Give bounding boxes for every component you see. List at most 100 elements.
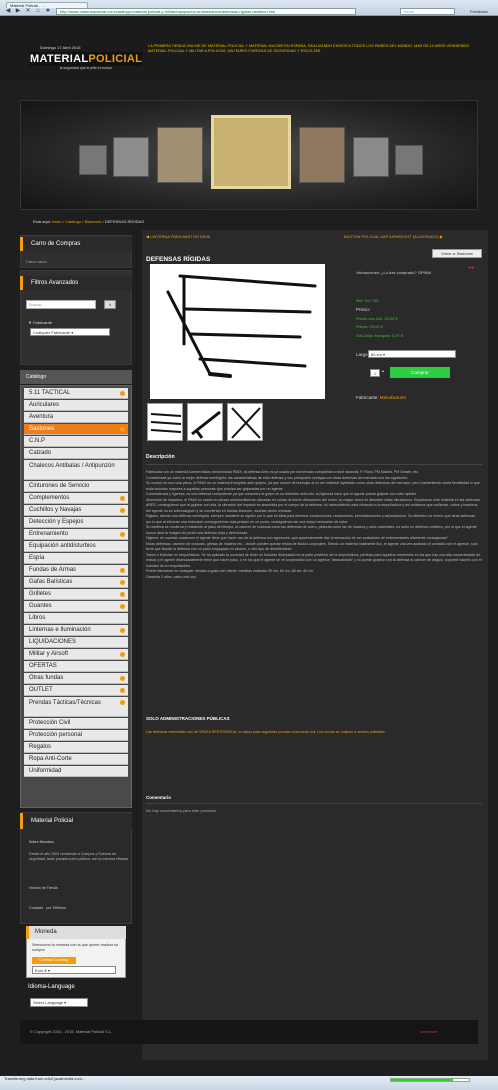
browser-search[interactable]: Yahoo: [400, 8, 455, 15]
quantity-stepper[interactable]: ▴: [382, 368, 384, 373]
site-logo[interactable]: MATERIALPOLICIAL: [30, 52, 142, 66]
catalog-item[interactable]: Libros: [24, 613, 128, 624]
catalog-item[interactable]: Calzado: [24, 448, 128, 459]
expand-icon[interactable]: [120, 676, 125, 681]
catalog-item[interactable]: Detección y Espejos: [24, 517, 128, 528]
product-ref: Ref: 3/4-T33: [356, 298, 379, 303]
description-paragraph: Su estética es moderna y resistente al p…: [146, 525, 477, 535]
contact-link[interactable]: Contacte por Teléfono: [29, 906, 66, 910]
rating-text[interactable]: Valoraciones: ¿Lo has comprado? OPINA!: [356, 270, 431, 275]
catalog-item[interactable]: Uniformidad: [24, 766, 128, 777]
catalog-item[interactable]: OUTLET: [24, 685, 128, 696]
currency-text: Seleccione la moneda con la que quiere r…: [32, 943, 119, 952]
breadcrumb-catalog[interactable]: Catálogo: [65, 219, 81, 224]
forward-icon[interactable]: ▶: [14, 8, 22, 15]
batons-illustration: [166, 274, 317, 378]
thumbnail-1[interactable]: [147, 403, 183, 441]
currency-select[interactable]: Euro € ▾: [32, 966, 116, 974]
expand-icon[interactable]: [120, 652, 125, 657]
manufacturer-select[interactable]: Cualquier Fabricante ▾: [30, 328, 110, 336]
catalog-item[interactable]: Regalos: [24, 742, 128, 753]
catalog-item[interactable]: OFERTAS: [24, 661, 128, 672]
breadcrumb-label: Está aquí:: [33, 219, 52, 224]
expand-icon[interactable]: [120, 496, 125, 501]
product-image[interactable]: [150, 264, 325, 399]
search-input[interactable]: Buscar...: [26, 300, 96, 309]
address-bar[interactable]: http://www.materialpolicial.com/catalogo…: [56, 8, 356, 15]
feedback-link[interactable]: Feedback: [470, 9, 488, 14]
home-icon[interactable]: ⌂: [34, 8, 42, 15]
catalog-item[interactable]: Guantes: [24, 601, 128, 612]
admin-text: Las defensas extensibles son de VENTA RE…: [146, 730, 386, 734]
catalog-item[interactable]: Complementos: [24, 493, 128, 504]
catalog-item[interactable]: Gafas Balísticas: [24, 577, 128, 588]
expand-icon[interactable]: [120, 508, 125, 513]
expand-icon[interactable]: [120, 688, 125, 693]
length-select[interactable]: 60 cm ▾: [368, 350, 456, 358]
catalog-item[interactable]: Chalecos Antibalas / Antipunzón: [24, 460, 128, 480]
catalog-item[interactable]: Protección personal: [24, 730, 128, 741]
star-icon[interactable]: ★: [44, 8, 52, 15]
banner-panel: [395, 145, 423, 175]
catalog-item[interactable]: LIQUIDACIONES: [24, 637, 128, 648]
expand-icon[interactable]: [120, 628, 125, 633]
prev-product-link[interactable]: ◀ LINTERNA PARA BASTON DE98: [146, 234, 210, 239]
header-date: Domingo 17 Abril 2016: [40, 45, 81, 50]
about-link[interactable]: Sobre Nosotros: [29, 840, 54, 844]
catalog-item[interactable]: Prendas Tácticas/Técnicas: [24, 697, 128, 717]
expand-icon[interactable]: [120, 568, 125, 573]
print-email-icons[interactable]: ●●: [468, 265, 474, 271]
back-icon[interactable]: ◀: [4, 8, 12, 15]
stop-icon[interactable]: ✕: [24, 8, 32, 15]
expand-icon[interactable]: [120, 604, 125, 609]
expand-icon[interactable]: [120, 580, 125, 585]
back-to-category-button[interactable]: Volver a: Bastones: [432, 249, 482, 258]
catalog-item[interactable]: Cinturones de Servicio: [24, 481, 128, 492]
catalog-item[interactable]: Espía: [24, 553, 128, 564]
search-go-button[interactable]: Ir: [104, 300, 116, 309]
catalog-item[interactable]: Fundas de Armas: [24, 565, 128, 576]
catalog-item[interactable]: Linternas e Iluminación: [24, 625, 128, 636]
buy-button[interactable]: Comprar: [390, 367, 450, 378]
catalog-item[interactable]: Otras fundas: [24, 673, 128, 684]
catalog-item[interactable]: Bastones: [24, 424, 128, 435]
footer-credit[interactable]: accenture: [420, 1029, 438, 1034]
breadcrumb-home[interactable]: Inicio: [52, 219, 61, 224]
thumbnail-3[interactable]: [227, 403, 263, 441]
expand-icon[interactable]: [120, 532, 125, 537]
catalog-item[interactable]: Ropa Anti-Corte: [24, 754, 128, 765]
manufacturer-filter-label: ▼ Fabricante: [28, 320, 52, 325]
expand-icon[interactable]: [120, 700, 125, 705]
catalog-item[interactable]: Auriculares: [24, 400, 128, 411]
material-policial-title: Material Policial: [20, 813, 132, 829]
copyright: © Copyright 2003 - 2015. Material Polici…: [30, 1029, 113, 1034]
expand-icon[interactable]: [120, 592, 125, 597]
thumbnail-image: [150, 413, 182, 433]
manufacturer-label: Fabricante: Manufacturer: [356, 395, 407, 400]
description-paragraph: Rigidez, siendo una defensa semirígida, …: [146, 514, 477, 524]
description-paragraph: Tabón o Kubotan en empuñadura. Se ha apl…: [146, 552, 482, 568]
catalog-item[interactable]: Aventura: [24, 412, 128, 423]
catalog-item[interactable]: Cuchillos y Navajas: [24, 505, 128, 516]
catalog-item[interactable]: C.N.P: [24, 436, 128, 447]
thumbnail-2[interactable]: [187, 403, 223, 441]
quantity-input[interactable]: 1: [370, 369, 380, 377]
breadcrumb-bastones[interactable]: Bastones: [85, 219, 102, 224]
manufacturer-link[interactable]: Manufacturer: [380, 395, 407, 400]
catalog-item[interactable]: Grilletes: [24, 589, 128, 600]
next-product-link[interactable]: BASTON POLICIAL ASP AIRWEIGHT (ALIGERADO…: [344, 234, 443, 239]
change-currency-button[interactable]: Cambiar Currency: [32, 957, 76, 964]
catalog-item[interactable]: Entrenamiento: [24, 529, 128, 540]
hours-link[interactable]: Horario de Tienda: [29, 886, 58, 890]
expand-icon[interactable]: [120, 427, 125, 432]
comments-title: Comentario: [146, 795, 172, 800]
language-select[interactable]: Select Language ▾: [30, 998, 88, 1007]
catalog-item[interactable]: Equipación antidisturbios: [24, 541, 128, 552]
comments-text: No hay comentarios para este producto.: [146, 808, 218, 813]
description-paragraph: Estas defensas, carecen de costuras, gri…: [146, 541, 478, 552]
catalog-item[interactable]: Protección Civil: [24, 718, 128, 729]
expand-icon[interactable]: [120, 391, 125, 396]
divider: [146, 464, 482, 465]
catalog-item[interactable]: 5.11 TACTICAL: [24, 388, 128, 399]
catalog-item[interactable]: Militar y Airsoft: [24, 649, 128, 660]
